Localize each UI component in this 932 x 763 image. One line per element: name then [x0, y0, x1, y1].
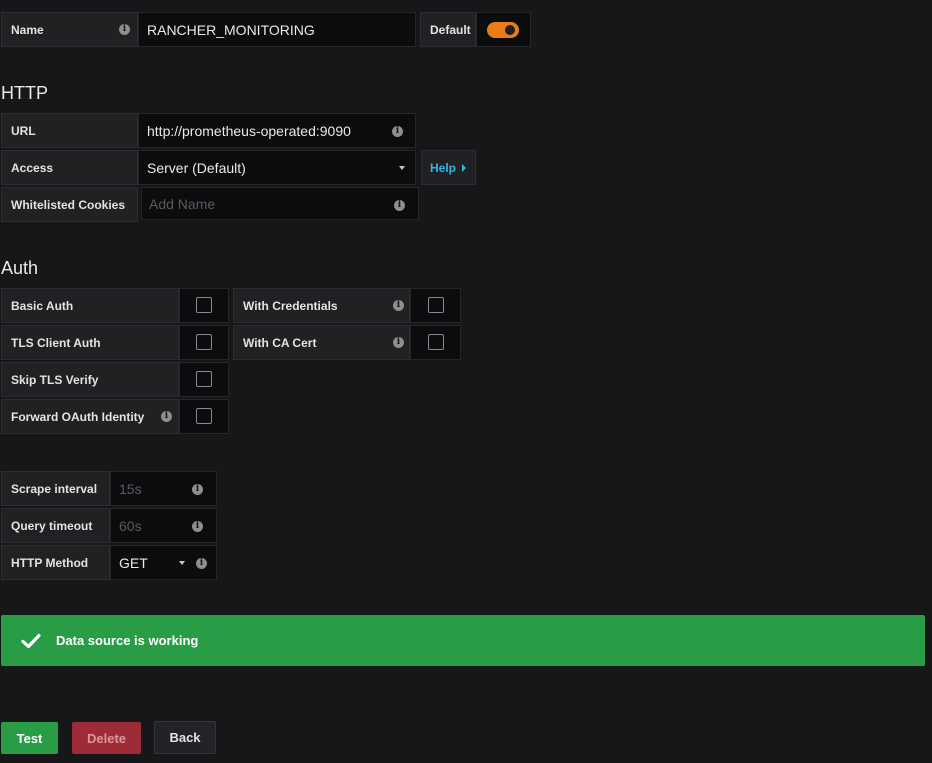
- auth-section-title: Auth: [1, 258, 39, 278]
- chevron-down-icon: [179, 561, 185, 565]
- tls-client-auth-checkbox[interactable]: [196, 334, 212, 350]
- query-timeout-placeholder: 60s: [119, 517, 142, 534]
- tls-client-auth-checkbox-cell: [179, 325, 229, 360]
- http-method-label-cell: HTTP Method: [1, 545, 110, 580]
- with-credentials-label-cell: With Credentials i: [233, 288, 410, 323]
- help-label: Help: [430, 160, 457, 175]
- status-message: Data source is working: [56, 633, 199, 648]
- skip-tls-verify-label-cell: Skip TLS Verify: [1, 362, 179, 397]
- with-ca-cert-label-cell: With CA Cert i: [233, 325, 410, 360]
- tls-client-auth-label: TLS Client Auth: [11, 335, 101, 350]
- back-button[interactable]: Back: [154, 721, 216, 754]
- http-method-label: HTTP Method: [11, 555, 89, 570]
- cookies-placeholder: Add Name: [149, 195, 216, 212]
- cookies-label-cell: Whitelisted Cookies: [1, 187, 138, 222]
- info-icon[interactable]: i: [394, 200, 405, 211]
- forward-oauth-label-cell: Forward OAuth Identity i: [1, 399, 179, 434]
- url-input-value: http://prometheus-operated:9090: [147, 122, 351, 139]
- name-input-value: RANCHER_MONITORING: [147, 21, 315, 38]
- info-icon[interactable]: i: [393, 337, 404, 348]
- query-timeout-label-cell: Query timeout: [1, 508, 110, 543]
- name-input[interactable]: RANCHER_MONITORING: [138, 12, 416, 47]
- basic-auth-checkbox-cell: [179, 288, 229, 323]
- access-select[interactable]: Server (Default): [138, 150, 416, 185]
- access-label-cell: Access: [1, 150, 138, 185]
- default-toggle[interactable]: [487, 22, 519, 38]
- test-button[interactable]: Test: [1, 722, 58, 754]
- basic-auth-checkbox[interactable]: [196, 297, 212, 313]
- url-label-cell: URL: [1, 113, 138, 148]
- with-ca-cert-checkbox-cell: [410, 325, 461, 360]
- basic-auth-label-cell: Basic Auth: [1, 288, 179, 323]
- info-icon[interactable]: i: [119, 24, 130, 35]
- http-method-select[interactable]: GET i: [110, 545, 217, 580]
- skip-tls-verify-checkbox[interactable]: [196, 371, 212, 387]
- scrape-interval-label-cell: Scrape interval: [1, 471, 110, 506]
- test-button-label: Test: [16, 730, 43, 746]
- chevron-down-icon: [399, 166, 405, 170]
- with-credentials-label: With Credentials: [243, 298, 338, 313]
- http-method-value: GET: [119, 554, 148, 571]
- name-label: Name: [11, 22, 44, 37]
- with-credentials-checkbox-cell: [410, 288, 461, 323]
- default-label-cell: Default: [420, 12, 476, 47]
- forward-oauth-label: Forward OAuth Identity: [11, 409, 145, 424]
- chevron-right-icon: [462, 163, 467, 172]
- forward-oauth-checkbox[interactable]: [196, 408, 212, 424]
- scrape-interval-placeholder: 15s: [119, 480, 142, 497]
- back-button-label: Back: [169, 730, 201, 745]
- query-timeout-input[interactable]: 60s i: [110, 508, 217, 543]
- info-icon[interactable]: i: [192, 521, 203, 532]
- help-button[interactable]: Help: [421, 150, 476, 185]
- query-timeout-label: Query timeout: [11, 518, 93, 533]
- scrape-interval-label: Scrape interval: [11, 481, 98, 496]
- scrape-interval-input[interactable]: 15s i: [110, 471, 217, 506]
- url-label: URL: [11, 123, 36, 138]
- status-alert: Data source is working: [1, 615, 925, 666]
- info-icon[interactable]: i: [196, 558, 207, 569]
- access-select-value: Server (Default): [147, 159, 246, 176]
- cookies-label: Whitelisted Cookies: [11, 197, 126, 212]
- name-label-cell: Name i: [1, 12, 138, 47]
- cookies-input[interactable]: Add Name i: [141, 187, 419, 220]
- access-label: Access: [11, 160, 54, 175]
- tls-client-auth-label-cell: TLS Client Auth: [1, 325, 179, 360]
- check-icon: [21, 633, 41, 648]
- delete-button-label: Delete: [86, 730, 127, 746]
- skip-tls-verify-label: Skip TLS Verify: [11, 372, 99, 387]
- with-credentials-checkbox[interactable]: [428, 297, 444, 313]
- info-icon[interactable]: i: [161, 411, 172, 422]
- info-icon[interactable]: i: [192, 484, 203, 495]
- with-ca-cert-label: With CA Cert: [243, 335, 317, 350]
- toggle-knob: [505, 25, 515, 35]
- url-input[interactable]: http://prometheus-operated:9090 i: [138, 113, 416, 148]
- default-toggle-cell: [476, 12, 531, 47]
- with-ca-cert-checkbox[interactable]: [428, 334, 444, 350]
- info-icon[interactable]: i: [392, 126, 403, 137]
- forward-oauth-checkbox-cell: [179, 399, 229, 434]
- info-icon[interactable]: i: [393, 300, 404, 311]
- basic-auth-label: Basic Auth: [11, 298, 74, 313]
- default-label: Default: [430, 22, 471, 37]
- http-section-title: HTTP: [1, 83, 48, 103]
- delete-button[interactable]: Delete: [72, 722, 141, 754]
- skip-tls-verify-checkbox-cell: [179, 362, 229, 397]
